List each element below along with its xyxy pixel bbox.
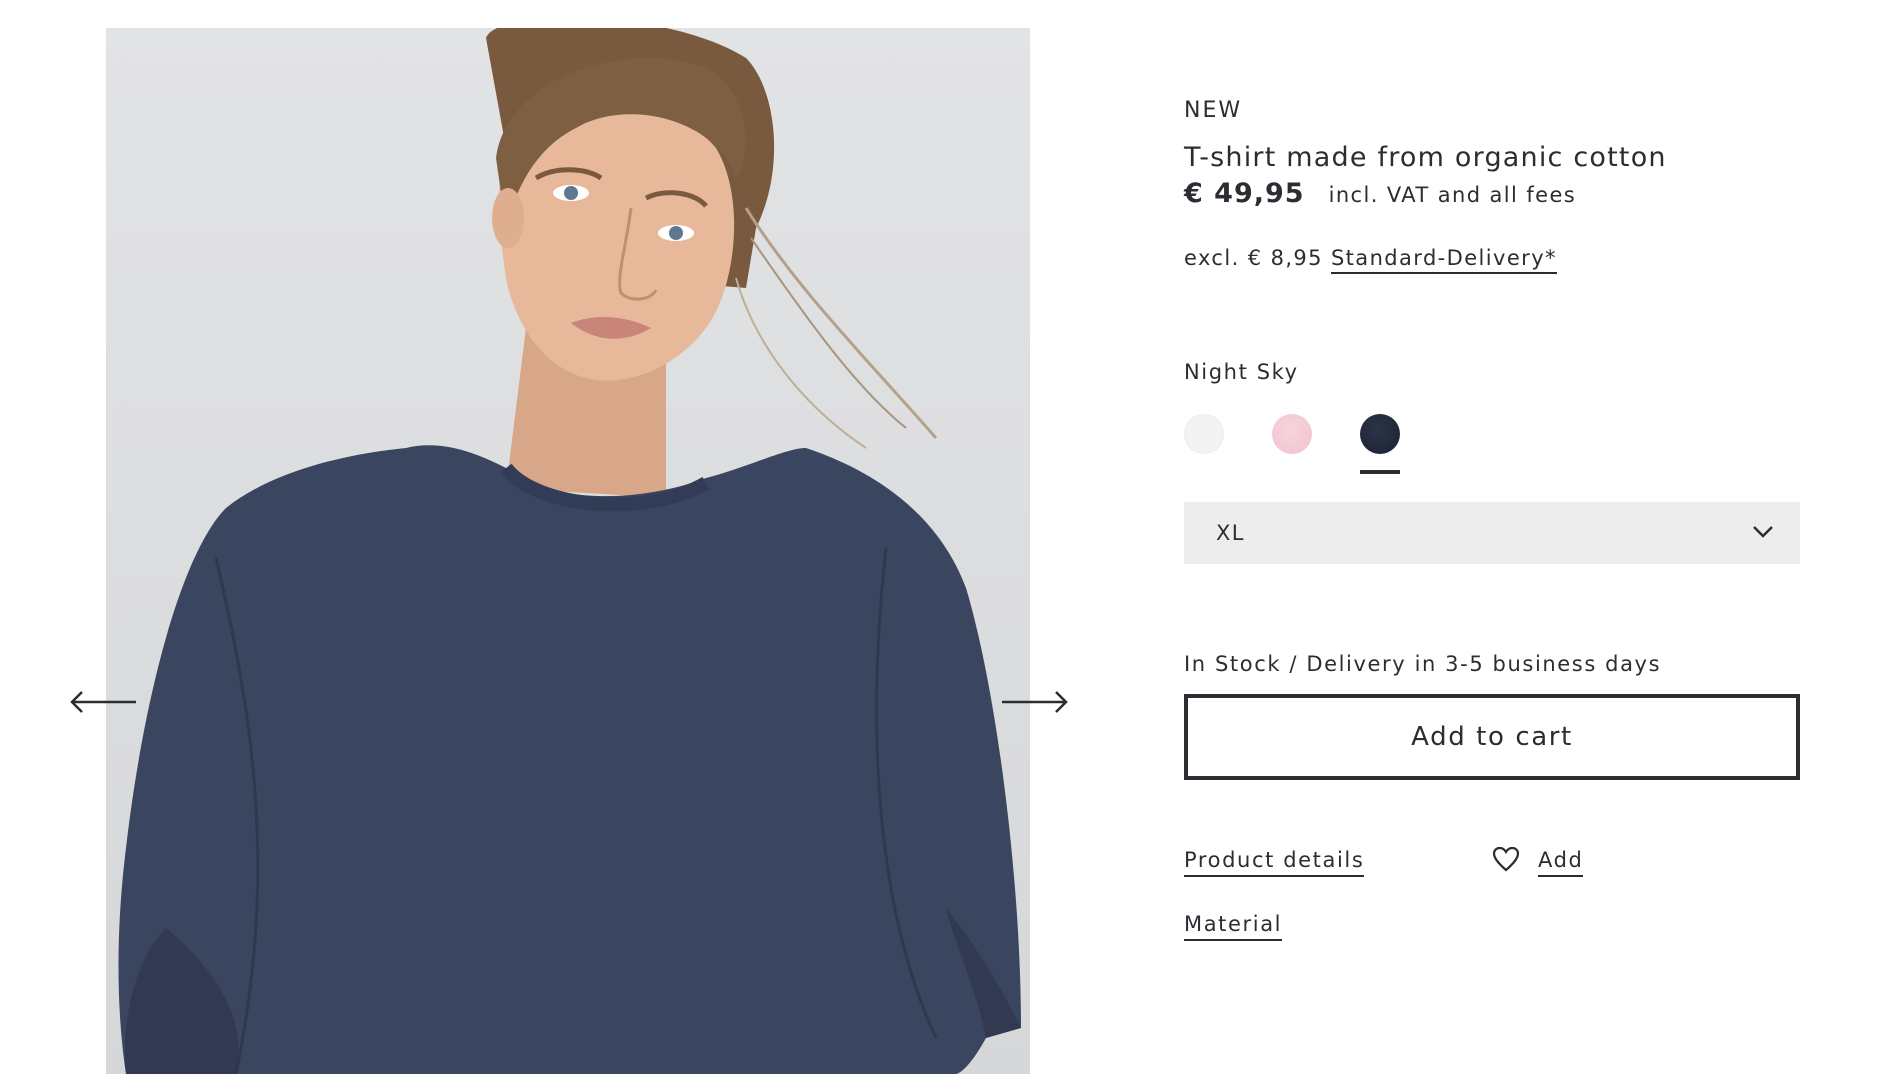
arrow-right-icon [1000,691,1070,718]
new-badge: NEW [1184,98,1243,123]
stock-status: In Stock / Delivery in 3-5 business days [1184,652,1662,676]
shipping-cost: excl. € 8,95 [1184,246,1323,270]
vat-note: incl. VAT and all fees [1328,183,1577,207]
size-select[interactable]: XL [1184,502,1800,564]
product-title: T-shirt made from organic cotton [1184,142,1667,173]
prev-image-button[interactable] [68,690,138,714]
product-details-link[interactable]: Product details [1184,848,1365,877]
price-row: € 49,95 incl. VAT and all fees [1184,178,1576,209]
material-link[interactable]: Material [1184,912,1283,941]
heart-icon [1492,846,1520,876]
color-swatch-pink[interactable] [1272,414,1312,454]
product-photo[interactable] [106,28,1030,1074]
next-image-button[interactable] [1000,690,1070,714]
price: € 49,95 [1184,178,1305,209]
size-value: XL [1216,521,1245,545]
wishlist-label: Add [1538,848,1584,877]
chevron-down-icon [1752,524,1774,543]
add-to-cart-button[interactable]: Add to cart [1184,694,1800,780]
product-info-panel: NEW T-shirt made from organic cotton € 4… [1184,0,1800,1074]
wishlist-button[interactable]: Add [1492,844,1584,877]
color-swatch-night-sky[interactable] [1360,414,1400,454]
selected-color-name: Night Sky [1184,360,1299,384]
color-swatches [1184,414,1484,474]
selected-swatch-indicator [1360,470,1400,474]
shipping-info: excl. € 8,95 Standard-Delivery* [1184,246,1557,274]
color-swatch-white[interactable] [1184,414,1224,454]
standard-delivery-link[interactable]: Standard-Delivery* [1330,246,1557,274]
arrow-left-icon [68,691,138,718]
product-gallery [0,0,1100,1074]
